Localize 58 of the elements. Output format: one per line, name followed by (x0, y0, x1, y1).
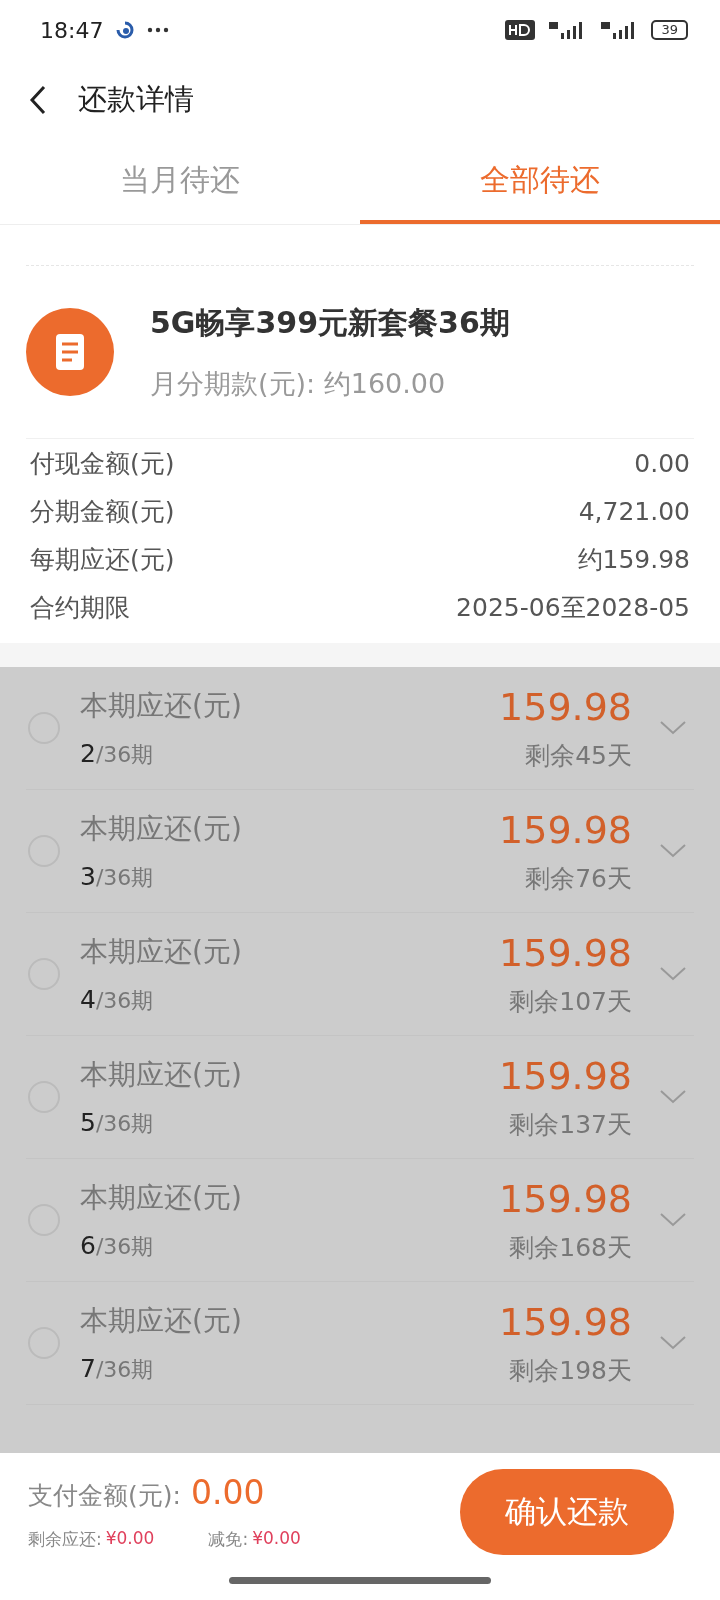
installment-amount: 159.98 (499, 1299, 632, 1344)
days-remaining: 剩余107天 (509, 985, 632, 1018)
detail-value: 约159.98 (577, 543, 690, 576)
remaining-value: ¥0.00 (105, 1528, 155, 1550)
period-number: 3 (80, 861, 96, 891)
period-total: /36期 (95, 1233, 154, 1259)
installment-amount: 159.98 (499, 1176, 632, 1221)
confirm-repay-button[interactable]: 确认还款 (460, 1469, 674, 1555)
installment-amount: 159.98 (499, 684, 632, 729)
period-number: 5 (80, 1107, 96, 1137)
period-total: /36期 (95, 741, 154, 767)
plan-title: 5G畅享399元新套餐36期 (150, 303, 510, 342)
installment-title: 本期应还(元) (80, 1302, 243, 1339)
installment-title: 本期应还(元) (80, 1179, 243, 1216)
detail-label: 分期金额(元) (30, 495, 175, 528)
period-number: 4 (80, 984, 96, 1014)
installment-amount: 159.98 (499, 930, 632, 975)
detail-value: 0.00 (634, 448, 690, 478)
installment-title: 本期应还(元) (80, 810, 243, 847)
days-remaining: 剩余137天 (509, 1108, 632, 1141)
page-title: 还款详情 (78, 81, 194, 118)
installment-amount: 159.98 (499, 1053, 632, 1098)
period-total: /36期 (95, 864, 154, 890)
detail-value: 4,721.00 (578, 496, 690, 526)
status-time: 18:47 (40, 17, 104, 43)
discount-label: 减免: (208, 1528, 249, 1551)
days-remaining: 剩余168天 (509, 1231, 632, 1264)
remaining-label: 剩余应还: (28, 1528, 102, 1551)
period-total: /36期 (95, 987, 154, 1013)
detail-label: 合约期限 (30, 591, 130, 624)
battery-level: 39 (651, 20, 688, 40)
detail-label: 每期应还(元) (30, 543, 175, 576)
period-total: /36期 (95, 1356, 154, 1382)
days-remaining: 剩余45天 (525, 739, 632, 772)
detail-label: 付现金额(元) (30, 447, 175, 480)
days-remaining: 剩余198天 (509, 1354, 632, 1387)
period-total: /36期 (95, 1110, 154, 1136)
days-remaining: 剩余76天 (525, 862, 632, 895)
tab[interactable]: 全部待还 (360, 140, 720, 224)
installment-title: 本期应还(元) (80, 1056, 243, 1093)
period-number: 2 (80, 738, 96, 768)
period-number: 7 (80, 1353, 96, 1383)
pay-amount: 0.00 (190, 1473, 265, 1512)
period-number: 6 (80, 1230, 96, 1260)
hd-icon (505, 20, 536, 40)
tab[interactable]: 当月待还 (0, 140, 360, 224)
document-icon (26, 308, 114, 396)
discount-value: ¥0.00 (252, 1528, 301, 1550)
installment-title: 本期应还(元) (80, 933, 243, 970)
installment-title: 本期应还(元) (80, 687, 243, 724)
plan-subtitle: 月分期款(元): 约160.00 (150, 366, 447, 401)
home-indicator[interactable] (229, 1577, 491, 1584)
detail-value: 2025-06至2028-05 (456, 591, 690, 624)
app-notification-icon (115, 21, 136, 39)
pay-amount-label: 支付金额(元): (28, 1480, 181, 1512)
installment-amount: 159.98 (499, 807, 632, 852)
more-icon (147, 27, 170, 33)
back-icon[interactable] (28, 85, 48, 115)
